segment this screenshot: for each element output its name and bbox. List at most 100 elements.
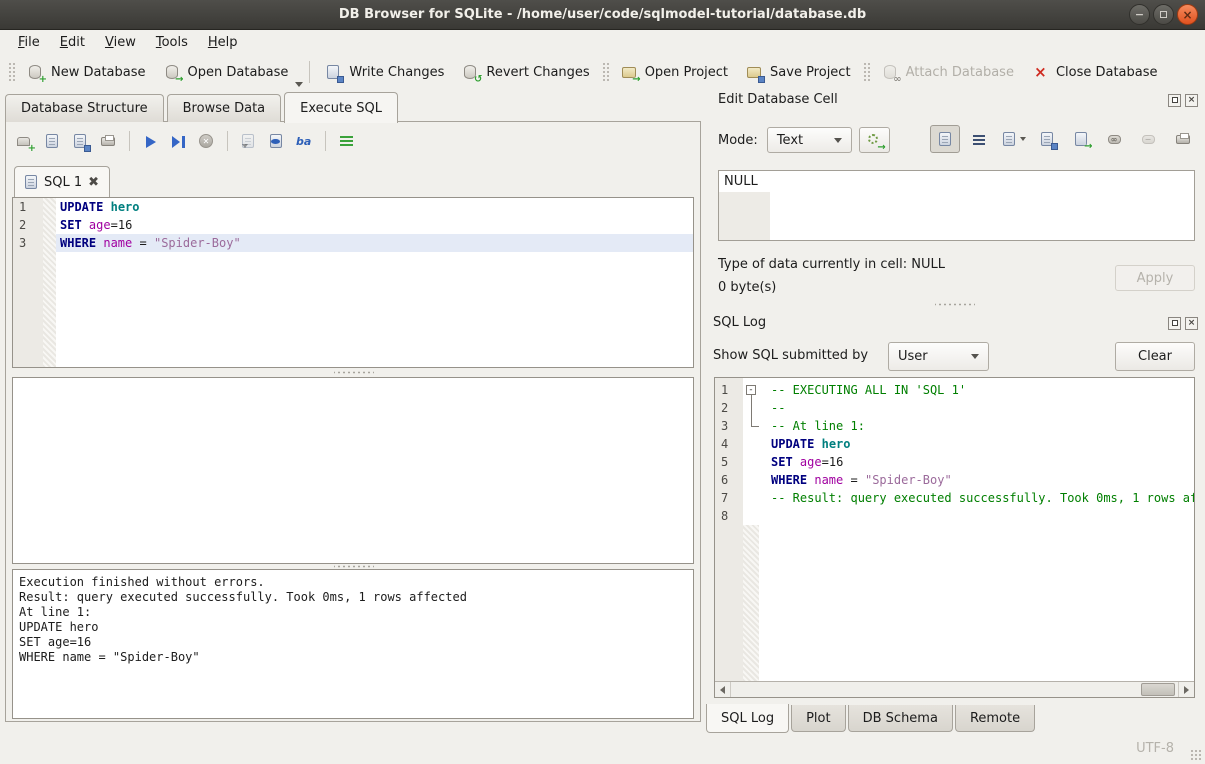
tab-database-structure[interactable]: Database Structure bbox=[5, 94, 164, 122]
dock-tab-remote[interactable]: Remote bbox=[955, 705, 1035, 732]
link-data-button[interactable]: ∞ bbox=[1100, 125, 1130, 153]
mode-combobox[interactable]: Text bbox=[767, 127, 852, 153]
toolbar-handle[interactable] bbox=[8, 62, 15, 82]
new-database-button[interactable]: +New Database bbox=[18, 60, 155, 85]
execute-current-line-icon[interactable] bbox=[170, 133, 187, 150]
menu-item-file[interactable]: File bbox=[8, 32, 50, 53]
line-number: 6 bbox=[715, 471, 743, 489]
log-line[interactable]: 7-- Result: query executed successfully.… bbox=[715, 489, 1194, 507]
export-data-button[interactable] bbox=[1032, 125, 1062, 153]
set-null-button[interactable]: − bbox=[1134, 125, 1164, 153]
clear-button[interactable]: Clear bbox=[1115, 342, 1195, 371]
execution-status-log[interactable]: Execution finished without errors.Result… bbox=[12, 569, 694, 719]
revert-changes-icon: ↺ bbox=[462, 64, 479, 81]
text-mode-button[interactable] bbox=[930, 125, 960, 153]
cell-value-editor[interactable]: NULL bbox=[718, 170, 1195, 241]
main-tab-bar: Database StructureBrowse DataExecute SQL bbox=[5, 92, 401, 122]
horizontal-scrollbar[interactable] bbox=[715, 681, 1194, 697]
encoding-indicator[interactable]: UTF-8 bbox=[1136, 741, 1174, 756]
chevron-down-icon bbox=[834, 138, 842, 143]
log-line[interactable]: 8 bbox=[715, 507, 1194, 525]
import-file-icon bbox=[1001, 131, 1018, 148]
sql-log-view[interactable]: 1--- EXECUTING ALL IN 'SQL 1'2--3-- At l… bbox=[714, 377, 1195, 698]
open-project-button[interactable]: →Open Project bbox=[612, 60, 737, 85]
print-icon[interactable] bbox=[100, 133, 117, 150]
code-token: name bbox=[814, 473, 843, 487]
close-button[interactable]: × bbox=[1177, 4, 1198, 25]
word-wrap-icon[interactable] bbox=[338, 133, 355, 150]
scroll-right-icon[interactable] bbox=[1178, 682, 1194, 697]
editor-results-splitter[interactable] bbox=[334, 370, 374, 375]
code-text: SET age=16 bbox=[759, 453, 1194, 471]
auto-apply-button[interactable]: → bbox=[859, 127, 890, 153]
cell-type-info: Type of data currently in cell: NULL bbox=[718, 257, 945, 272]
menu-item-help[interactable]: Help bbox=[198, 32, 248, 53]
minimize-button[interactable]: − bbox=[1129, 4, 1150, 25]
apply-button[interactable]: Apply bbox=[1115, 265, 1195, 291]
toolbar-handle[interactable] bbox=[602, 62, 609, 82]
save-project-button[interactable]: Save Project bbox=[737, 60, 860, 85]
sql-code-editor[interactable]: 1UPDATE hero2SET age=163WHERE name = "Sp… bbox=[12, 197, 694, 368]
fold-margin-cell bbox=[743, 507, 759, 525]
resize-grip[interactable] bbox=[1190, 749, 1202, 761]
save-sql-file-icon[interactable] bbox=[72, 133, 89, 150]
dropdown-caret-icon[interactable] bbox=[295, 82, 303, 87]
close-dock-icon[interactable]: × bbox=[1185, 94, 1198, 107]
maximize-button[interactable] bbox=[1153, 4, 1174, 25]
close-database-button[interactable]: ×Close Database bbox=[1023, 60, 1167, 85]
write-changes-button[interactable]: Write Changes bbox=[316, 60, 453, 85]
editor-line[interactable]: 1UPDATE hero bbox=[13, 198, 693, 216]
revert-changes-button[interactable]: ↺Revert Changes bbox=[453, 60, 598, 85]
word-wrap-button[interactable] bbox=[964, 125, 994, 153]
editor-line[interactable]: 2SET age=16 bbox=[13, 216, 693, 234]
float-dock-icon[interactable] bbox=[1168, 94, 1181, 107]
menu-item-view[interactable]: View bbox=[95, 32, 146, 53]
code-token: WHERE bbox=[60, 236, 96, 250]
toolbar-handle[interactable] bbox=[863, 62, 870, 82]
execution-log-line: SET age=16 bbox=[19, 635, 687, 650]
menu-item-tools[interactable]: Tools bbox=[146, 32, 198, 53]
log-line[interactable]: 1--- EXECUTING ALL IN 'SQL 1' bbox=[715, 381, 1194, 399]
print-cell-button[interactable] bbox=[1168, 125, 1198, 153]
cell-size-info: 0 byte(s) bbox=[718, 280, 776, 295]
dock-tab-sql-log[interactable]: SQL Log bbox=[706, 704, 789, 733]
log-line[interactable]: 6WHERE name = "Spider-Boy" bbox=[715, 471, 1194, 489]
dock-tab-plot[interactable]: Plot bbox=[791, 705, 846, 732]
tab-browse-data[interactable]: Browse Data bbox=[167, 94, 282, 122]
close-tab-icon[interactable]: ✖ bbox=[88, 175, 99, 190]
tab-execute-sql[interactable]: Execute SQL bbox=[284, 92, 398, 123]
scrollbar-thumb[interactable] bbox=[1141, 683, 1175, 696]
dock-splitter[interactable] bbox=[935, 302, 975, 307]
sql-document-tab[interactable]: SQL 1 ✖ bbox=[14, 166, 110, 197]
dock-tab-db-schema[interactable]: DB Schema bbox=[848, 705, 953, 732]
auto-format-icon[interactable]: ba bbox=[296, 133, 313, 150]
apply-data-button[interactable]: → bbox=[1066, 125, 1096, 153]
execution-log-line: WHERE name = "Spider-Boy" bbox=[19, 650, 687, 665]
editor-line[interactable]: 3WHERE name = "Spider-Boy" bbox=[13, 234, 693, 252]
fold-collapse-icon[interactable]: - bbox=[746, 385, 756, 395]
stop-execution-icon[interactable]: ✕ bbox=[198, 133, 215, 150]
code-token: age bbox=[800, 455, 822, 469]
query-results-pane[interactable] bbox=[12, 377, 694, 564]
float-dock-icon[interactable] bbox=[1168, 317, 1181, 330]
line-number: 7 bbox=[715, 489, 743, 507]
code-token: "Spider-Boy" bbox=[154, 236, 241, 250]
menu-item-edit[interactable]: Edit bbox=[50, 32, 95, 53]
open-sql-file-icon[interactable] bbox=[44, 133, 61, 150]
sql-log-title: SQL Log bbox=[713, 315, 766, 330]
close-dock-icon[interactable]: × bbox=[1185, 317, 1198, 330]
log-line[interactable]: 3-- At line 1: bbox=[715, 417, 1194, 435]
code-token: hero bbox=[822, 437, 851, 451]
submitted-by-combobox[interactable]: User bbox=[888, 342, 989, 371]
save-results-icon[interactable] bbox=[240, 133, 257, 150]
new-sql-tab-icon[interactable]: + bbox=[16, 133, 33, 150]
open-database-button[interactable]: →Open Database bbox=[155, 60, 298, 85]
title-bar[interactable]: DB Browser for SQLite - /home/user/code/… bbox=[0, 0, 1205, 30]
import-data-button[interactable] bbox=[998, 125, 1028, 153]
log-line[interactable]: 4UPDATE hero bbox=[715, 435, 1194, 453]
log-line[interactable]: 5SET age=16 bbox=[715, 453, 1194, 471]
scroll-left-icon[interactable] bbox=[715, 682, 731, 697]
find-replace-icon[interactable] bbox=[268, 133, 285, 150]
log-line[interactable]: 2-- bbox=[715, 399, 1194, 417]
execute-sql-icon[interactable] bbox=[142, 133, 159, 150]
